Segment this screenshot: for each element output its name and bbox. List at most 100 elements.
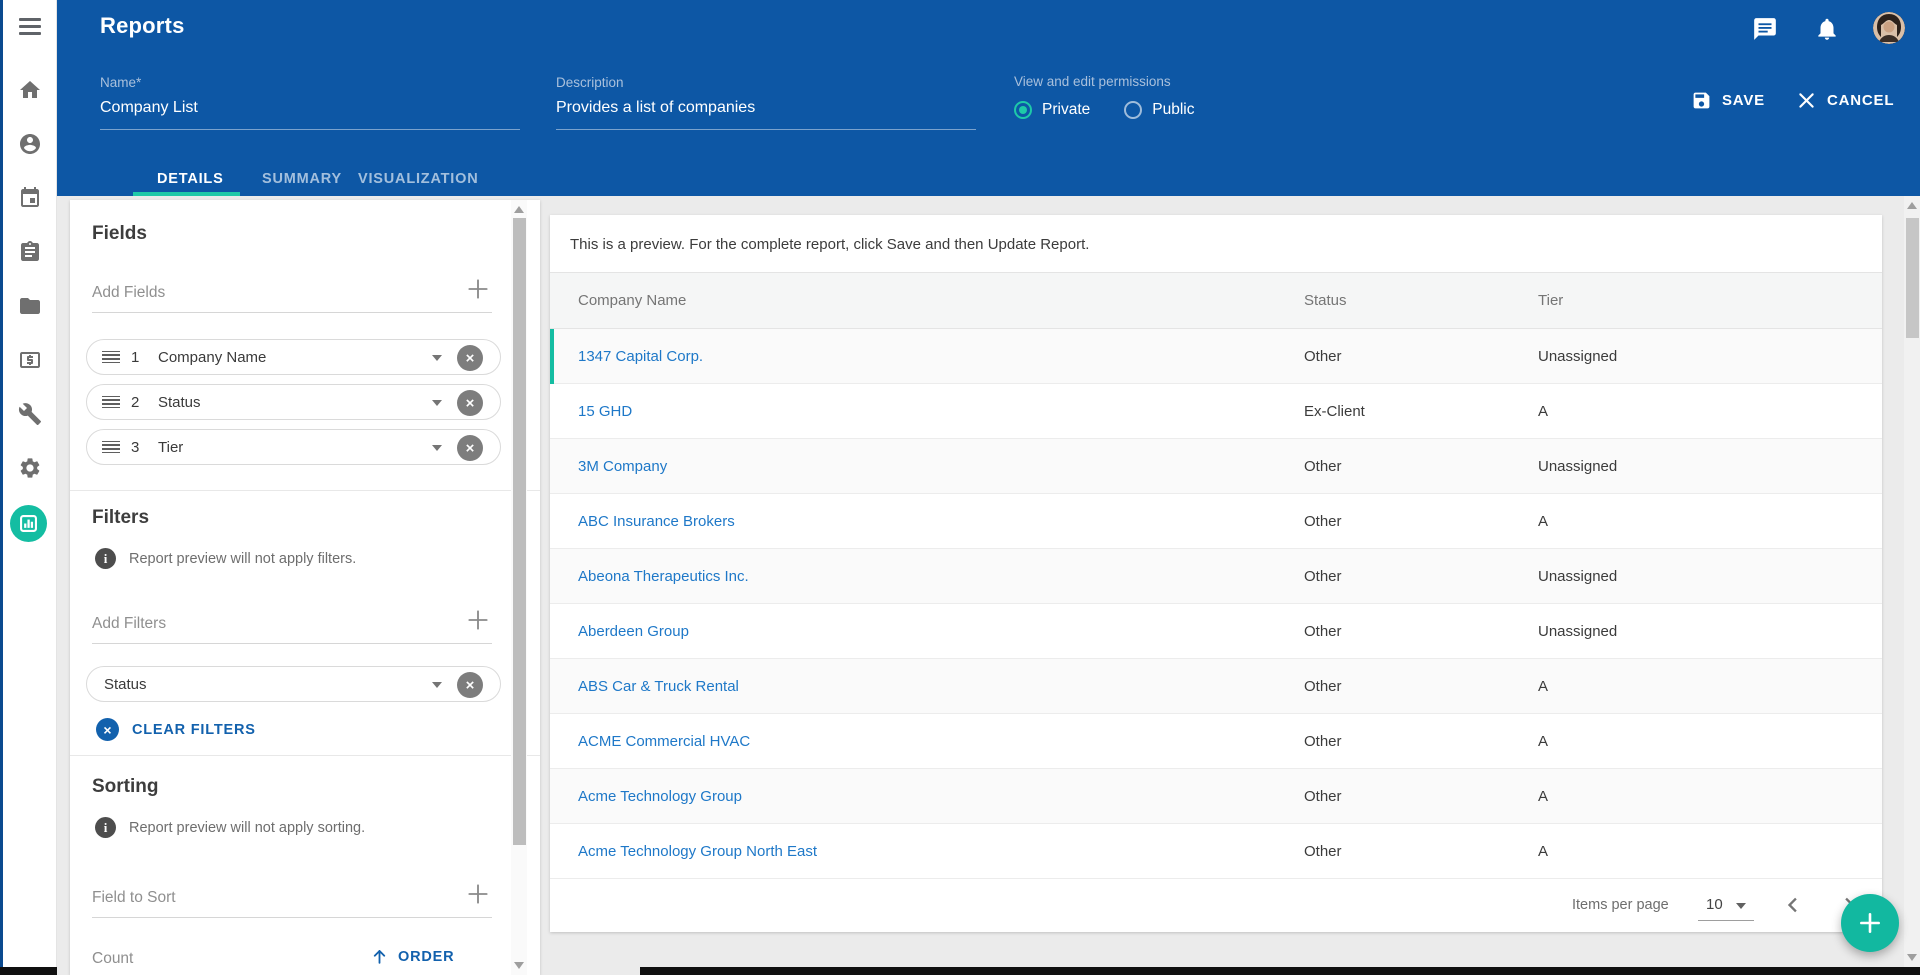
remove-icon[interactable]: × (457, 345, 483, 371)
field-chip[interactable]: 2 Status × (86, 384, 501, 420)
company-link[interactable]: 15 GHD (578, 403, 632, 420)
menu-icon[interactable] (19, 18, 41, 36)
folder-icon[interactable] (18, 294, 42, 318)
panel-scrollbar[interactable] (511, 200, 527, 975)
tab-details[interactable]: DETAILS (157, 171, 224, 187)
company-tier: A (1538, 678, 1548, 695)
clear-filters-label: CLEAR FILTERS (132, 722, 256, 738)
order-button[interactable]: ORDER (370, 947, 454, 966)
calendar-icon[interactable] (18, 186, 42, 210)
add-fab-button[interactable] (1841, 894, 1899, 952)
scrollbar-thumb[interactable] (1906, 218, 1919, 338)
tools-icon[interactable] (18, 402, 42, 426)
column-tier[interactable]: Tier (1538, 292, 1563, 309)
notifications-icon[interactable] (1814, 16, 1840, 42)
company-status: Other (1304, 348, 1342, 365)
company-status: Other (1304, 458, 1342, 475)
table-body: 1347 Capital Corp. Other Unassigned 15 G… (550, 329, 1882, 879)
pagination-bar: Items per page 10 (550, 879, 1882, 932)
save-button[interactable]: SAVE (1691, 90, 1765, 111)
cancel-label: CANCEL (1827, 92, 1894, 109)
add-filters-plus-icon[interactable] (465, 607, 491, 633)
scroll-down-icon[interactable] (1907, 954, 1917, 961)
drag-handle-icon[interactable] (102, 396, 120, 409)
chat-icon[interactable] (1752, 16, 1778, 42)
add-fields-plus-icon[interactable] (465, 276, 491, 302)
drag-handle-icon[interactable] (102, 351, 120, 364)
table-row: 15 GHD Ex-Client A (550, 384, 1882, 439)
company-link[interactable]: ABS Car & Truck Rental (578, 678, 739, 695)
home-icon[interactable] (18, 78, 42, 102)
company-link[interactable]: Aberdeen Group (578, 623, 689, 640)
scroll-up-icon[interactable] (514, 206, 524, 213)
active-row-indicator (550, 329, 554, 384)
scroll-down-icon[interactable] (514, 962, 524, 969)
account-icon[interactable] (18, 132, 42, 156)
field-to-sort-plus-icon[interactable] (465, 881, 491, 907)
chevron-down-icon[interactable] (432, 400, 442, 406)
field-chip[interactable]: Status × (86, 666, 501, 702)
name-input[interactable]: Company List (100, 99, 520, 117)
filters-heading: Filters (92, 507, 149, 529)
field-label: Status (158, 394, 201, 411)
company-tier: Unassigned (1538, 568, 1617, 585)
cancel-button[interactable]: CANCEL (1796, 90, 1894, 111)
arrow-up-icon (370, 947, 389, 966)
company-link[interactable]: Abeona Therapeutics Inc. (578, 568, 749, 585)
company-link[interactable]: 3M Company (578, 458, 667, 475)
company-tier: A (1538, 788, 1548, 805)
company-link[interactable]: 1347 Capital Corp. (578, 348, 703, 365)
field-chip[interactable]: 3 Tier × (86, 429, 501, 465)
remove-icon[interactable]: × (457, 390, 483, 416)
chevron-down-icon[interactable] (432, 445, 442, 451)
field-to-sort-underline (92, 917, 492, 918)
tasks-icon[interactable] (18, 240, 42, 264)
private-label: Private (1042, 101, 1090, 119)
tab-bar: DETAILS SUMMARY VISUALIZATION (57, 160, 1920, 196)
remove-icon[interactable]: × (457, 672, 483, 698)
public-radio[interactable] (1124, 101, 1142, 119)
table-row: 1347 Capital Corp. Other Unassigned (550, 329, 1882, 384)
company-tier: A (1538, 843, 1548, 860)
company-tier: Unassigned (1538, 458, 1617, 475)
sorting-note: Report preview will not apply sorting. (129, 820, 365, 836)
company-link[interactable]: ACME Commercial HVAC (578, 733, 750, 750)
tab-visualization[interactable]: VISUALIZATION (358, 171, 479, 187)
description-input[interactable]: Provides a list of companies (556, 99, 976, 117)
chevron-down-icon[interactable] (1736, 903, 1746, 909)
company-link[interactable]: Acme Technology Group North East (578, 843, 817, 860)
chevron-down-icon[interactable] (432, 355, 442, 361)
filters-note: Report preview will not apply filters. (129, 551, 356, 567)
scroll-up-icon[interactable] (1907, 202, 1917, 209)
tab-summary[interactable]: SUMMARY (262, 171, 342, 187)
scrollbar-thumb[interactable] (513, 218, 526, 845)
chevron-down-icon[interactable] (432, 682, 442, 688)
table-row: Acme Technology Group Other A (550, 769, 1882, 824)
user-avatar[interactable] (1873, 12, 1905, 44)
page-size-select[interactable]: 10 (1706, 896, 1723, 913)
remove-icon[interactable]: × (457, 435, 483, 461)
items-per-page-label: Items per page (1572, 897, 1669, 913)
field-chip[interactable]: 1 Company Name × (86, 339, 501, 375)
settings-icon[interactable] (18, 456, 42, 480)
company-link[interactable]: ABC Insurance Brokers (578, 513, 735, 530)
column-status[interactable]: Status (1304, 292, 1347, 309)
clear-filters-button[interactable]: × CLEAR FILTERS (96, 718, 256, 741)
column-company-name[interactable]: Company Name (578, 292, 686, 309)
sorting-heading: Sorting (92, 776, 159, 798)
company-status: Other (1304, 843, 1342, 860)
report-preview-card: This is a preview. For the complete repo… (550, 215, 1882, 932)
drag-handle-icon[interactable] (102, 441, 120, 454)
private-radio[interactable] (1014, 101, 1032, 119)
plus-icon (1857, 910, 1883, 936)
name-underline (100, 129, 520, 130)
company-link[interactable]: Acme Technology Group (578, 788, 742, 805)
report-config-panel: Fields Add Fields 1 Company Name × 2 Sta… (70, 200, 540, 975)
billing-icon[interactable] (18, 348, 42, 372)
page-scrollbar[interactable] (1904, 196, 1920, 975)
reports-icon[interactable] (10, 505, 47, 542)
previous-page-button[interactable] (1779, 891, 1807, 919)
app-window: Reports Name* Company List Description P… (0, 0, 1920, 975)
add-fields-underline (92, 312, 492, 313)
company-status: Other (1304, 513, 1342, 530)
